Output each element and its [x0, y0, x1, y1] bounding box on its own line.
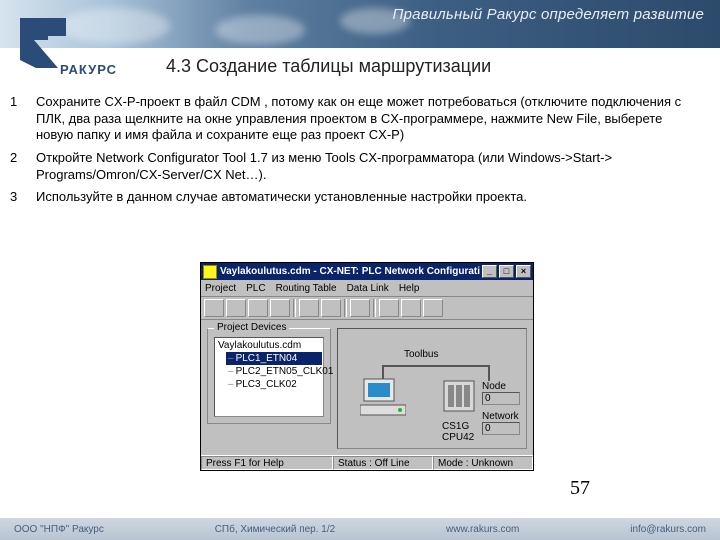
footer-company: ООО "НПФ" Ракурс — [14, 524, 104, 535]
window-title: Vaylakoulutus.cdm - CX-NET: PLC Network … — [220, 266, 480, 277]
project-devices-group: Project Devices Vaylakoulutus.cdm –PLC1_… — [207, 328, 331, 424]
status-status: Status : Off Line — [333, 456, 433, 470]
footer-email: info@rakurs.com — [630, 524, 706, 535]
page-footer: ООО "НПФ" Ракурс СПб, Химический пер. 1/… — [0, 518, 720, 540]
page-number: 57 — [570, 477, 590, 500]
toolbus-label: Toolbus — [404, 349, 438, 360]
menu-plc[interactable]: PLC — [246, 283, 265, 294]
toolbar-button[interactable] — [379, 299, 399, 317]
toolbar-button[interactable] — [204, 299, 224, 317]
window-title-bar: Vaylakoulutus.cdm - CX-NET: PLC Network … — [201, 263, 533, 280]
network-field[interactable] — [482, 422, 520, 435]
tree-item-plc1[interactable]: –PLC1_ETN04 — [226, 352, 322, 365]
footer-address: СПб, Химический пер. 1/2 — [215, 524, 336, 535]
page-title: 4.3 Создание таблицы маршрутизации — [166, 56, 491, 77]
network-label: Network — [482, 411, 520, 422]
menu-project[interactable]: Project — [205, 283, 236, 294]
toolbar-button[interactable] — [401, 299, 421, 317]
diagram-canvas: Toolbus CS1G CPU42 — [337, 328, 527, 449]
node-label: Node — [482, 381, 520, 392]
toolbar-button[interactable] — [423, 299, 443, 317]
status-bar: Press F1 for Help Status : Off Line Mode… — [201, 455, 533, 470]
status-help: Press F1 for Help — [201, 456, 333, 470]
tree-root[interactable]: Vaylakoulutus.cdm — [216, 339, 322, 352]
toolbar-button[interactable] — [299, 299, 319, 317]
footer-site: www.rakurs.com — [446, 524, 519, 535]
toolbar-button[interactable] — [270, 299, 290, 317]
computer-icon — [360, 375, 406, 421]
slogan-text: Правильный Ракурс определяет развитие — [393, 6, 704, 23]
embedded-screenshot: Vaylakoulutus.cdm - CX-NET: PLC Network … — [200, 262, 534, 471]
toolbar-button[interactable] — [350, 299, 370, 317]
list-item: 3Используйте в данном случае автоматичес… — [10, 189, 698, 206]
close-button[interactable]: × — [516, 265, 531, 278]
maximize-button[interactable]: □ — [499, 265, 514, 278]
toolbar — [201, 297, 533, 320]
instruction-list: 1Сохраните CX-P-проект в файл CDM , пото… — [10, 94, 698, 212]
status-mode: Mode : Unknown — [433, 456, 533, 470]
company-logo: РАКУРС — [14, 6, 144, 78]
list-item: 2Откройте Network Configurator Tool 1.7 … — [10, 150, 698, 183]
toolbar-button[interactable] — [226, 299, 246, 317]
toolbar-button[interactable] — [248, 299, 268, 317]
devices-tree[interactable]: Vaylakoulutus.cdm –PLC1_ETN04 –PLC2_ETN0… — [214, 337, 324, 417]
app-icon — [203, 265, 217, 279]
tree-item-plc2[interactable]: –PLC2_ETN05_CLK01 — [226, 365, 322, 378]
tree-item-plc3[interactable]: –PLC3_CLK02 — [226, 378, 322, 391]
menu-bar: Project PLC Routing Table Data Link Help — [201, 280, 533, 297]
toolbar-button[interactable] — [321, 299, 341, 317]
menu-help[interactable]: Help — [399, 283, 420, 294]
node-field[interactable] — [482, 392, 520, 405]
plc-label: CS1G CPU42 — [442, 421, 474, 443]
bus-line — [382, 365, 490, 367]
menu-data-link[interactable]: Data Link — [347, 283, 389, 294]
logo-label: РАКУРС — [60, 62, 117, 77]
project-devices-label: Project Devices — [214, 322, 289, 333]
minimize-button[interactable]: _ — [482, 265, 497, 278]
menu-routing-table[interactable]: Routing Table — [276, 283, 337, 294]
list-item: 1Сохраните CX-P-проект в файл CDM , пото… — [10, 94, 698, 144]
plc-icon — [442, 379, 476, 419]
